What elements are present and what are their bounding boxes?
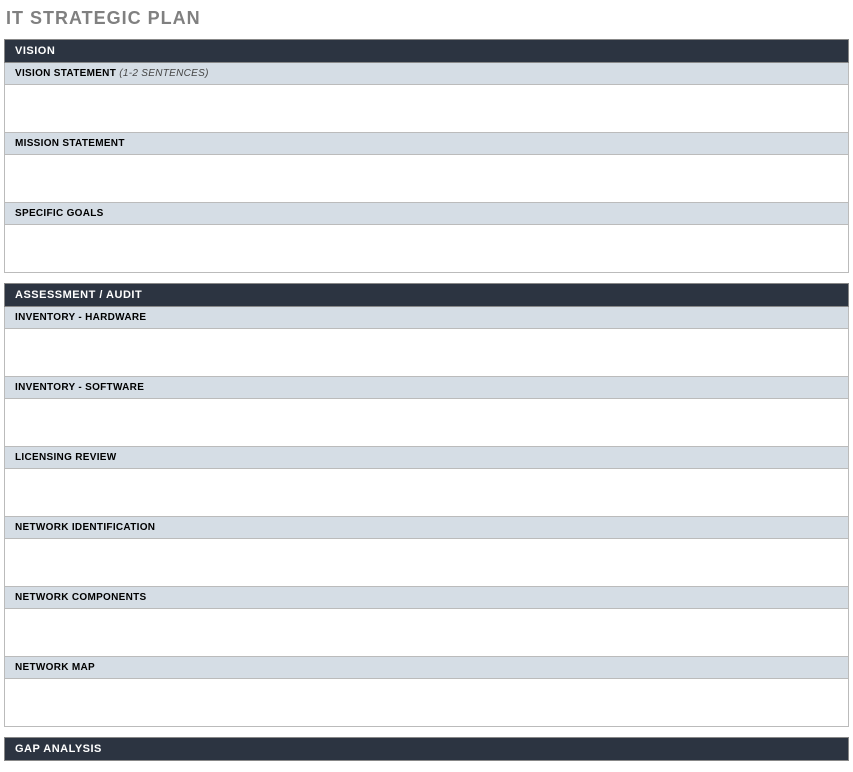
network-map-label: NETWORK MAP <box>15 662 95 673</box>
subsection-specific-goals: SPECIFIC GOALS <box>4 203 849 225</box>
mission-statement-content[interactable] <box>4 155 849 203</box>
subsection-network-identification: NETWORK IDENTIFICATION <box>4 517 849 539</box>
subsection-network-map: NETWORK MAP <box>4 657 849 679</box>
inventory-software-content[interactable] <box>4 399 849 447</box>
mission-statement-label: MISSION STATEMENT <box>15 138 125 149</box>
network-map-content[interactable] <box>4 679 849 727</box>
subsection-network-components: NETWORK COMPONENTS <box>4 587 849 609</box>
section-header-assessment: ASSESSMENT / AUDIT <box>4 283 849 307</box>
network-identification-content[interactable] <box>4 539 849 587</box>
network-identification-label: NETWORK IDENTIFICATION <box>15 522 155 533</box>
inventory-software-label: INVENTORY - SOFTWARE <box>15 382 144 393</box>
spacer <box>4 727 849 737</box>
inventory-hardware-content[interactable] <box>4 329 849 377</box>
subsection-inventory-hardware: INVENTORY - HARDWARE <box>4 307 849 329</box>
specific-goals-content[interactable] <box>4 225 849 273</box>
network-components-label: NETWORK COMPONENTS <box>15 592 147 603</box>
section-header-gap-analysis: GAP ANALYSIS <box>4 737 849 761</box>
network-components-content[interactable] <box>4 609 849 657</box>
subsection-licensing-review: LICENSING REVIEW <box>4 447 849 469</box>
vision-statement-hint: (1-2 SENTENCES) <box>119 68 209 79</box>
page-title: IT STRATEGIC PLAN <box>4 4 849 39</box>
vision-statement-content[interactable] <box>4 85 849 133</box>
spacer <box>4 273 849 283</box>
licensing-review-content[interactable] <box>4 469 849 517</box>
specific-goals-label: SPECIFIC GOALS <box>15 208 104 219</box>
inventory-hardware-label: INVENTORY - HARDWARE <box>15 312 146 323</box>
subsection-inventory-software: INVENTORY - SOFTWARE <box>4 377 849 399</box>
vision-statement-label: VISION STATEMENT <box>15 68 116 79</box>
licensing-review-label: LICENSING REVIEW <box>15 452 116 463</box>
subsection-vision-statement: VISION STATEMENT (1-2 SENTENCES) <box>4 63 849 85</box>
section-header-vision: VISION <box>4 39 849 63</box>
subsection-mission-statement: MISSION STATEMENT <box>4 133 849 155</box>
